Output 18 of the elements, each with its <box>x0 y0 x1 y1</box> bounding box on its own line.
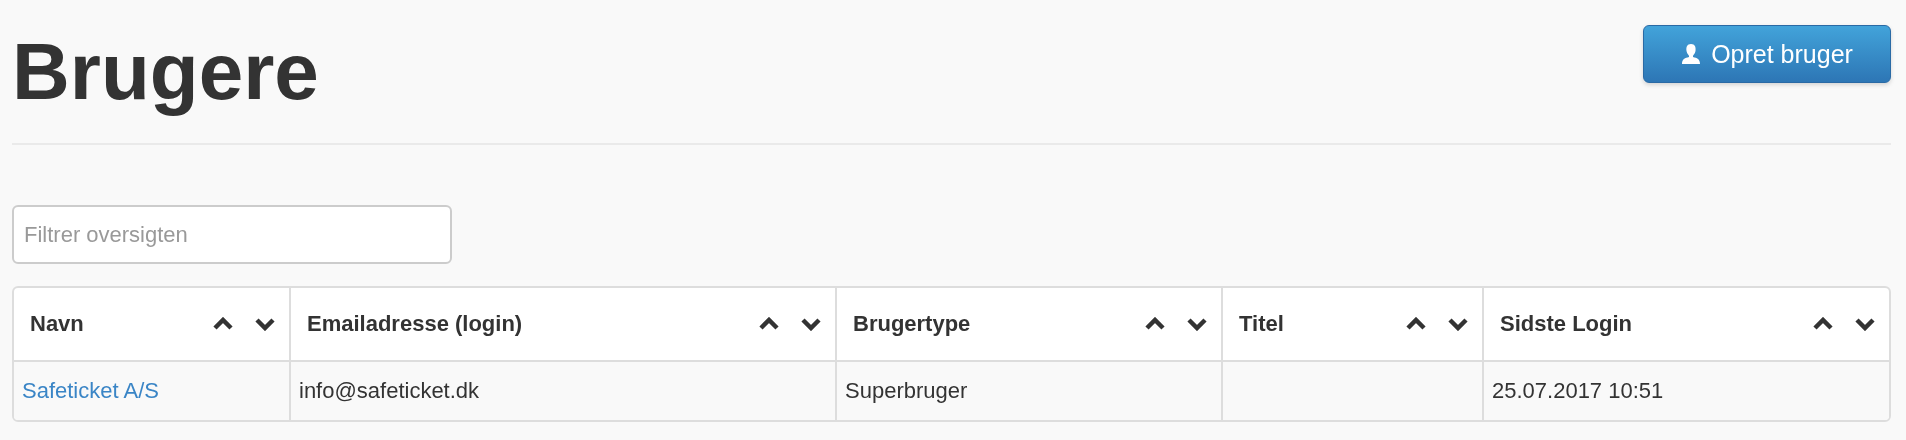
user-icon <box>1681 43 1702 65</box>
create-user-button[interactable]: Opret bruger <box>1643 25 1891 83</box>
column-header[interactable]: Navn <box>14 288 289 360</box>
sort-down-icon[interactable] <box>801 317 821 331</box>
sort-down-icon[interactable] <box>255 317 275 331</box>
sort-down-icon[interactable] <box>1187 317 1207 331</box>
sort-up-icon[interactable] <box>1813 317 1833 331</box>
sort-down-icon[interactable] <box>1855 317 1875 331</box>
sort-up-icon[interactable] <box>213 317 233 331</box>
page-title: Brugere <box>12 26 319 118</box>
sort-up-icon[interactable] <box>1406 317 1426 331</box>
table-cell: Superbruger <box>835 360 1221 420</box>
sort-up-icon[interactable] <box>759 317 779 331</box>
sort-down-icon[interactable] <box>1448 317 1468 331</box>
filter-field[interactable]: Filtrer oversigten <box>12 205 452 264</box>
table-cell: 25.07.2017 10:51 <box>1482 360 1889 420</box>
table-cell: info@safeticket.dk <box>289 360 835 420</box>
sort-up-icon[interactable] <box>1145 317 1165 331</box>
